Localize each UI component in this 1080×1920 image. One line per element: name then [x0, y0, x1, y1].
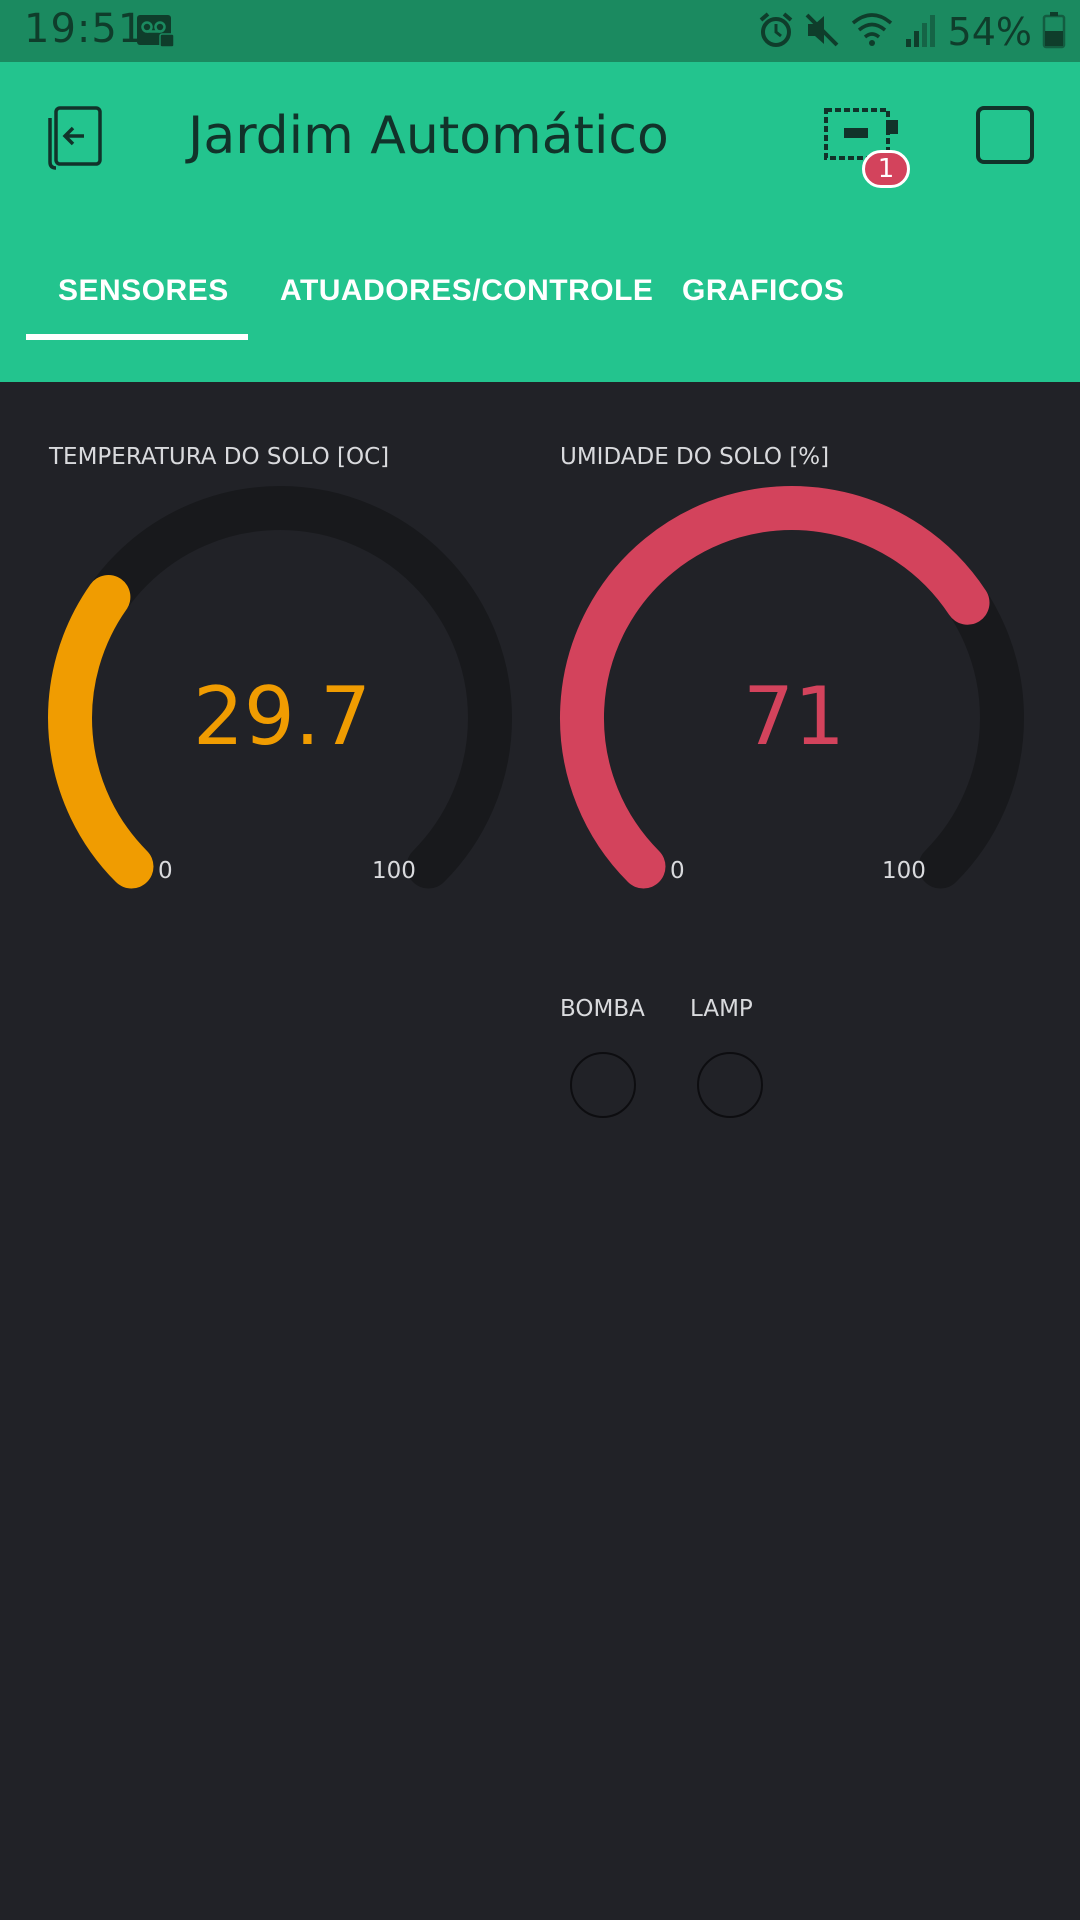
- temperature-value: 29.7: [192, 670, 372, 763]
- status-time: 19:51: [24, 6, 145, 52]
- humidity-gauge-label: UMIDADE DO SOLO [%]: [560, 444, 830, 470]
- page-title: Jardim Automático: [188, 106, 669, 166]
- signal-icon: [904, 11, 938, 53]
- alarm-icon: [758, 11, 794, 53]
- status-bar: 19:51 54%: [0, 0, 1080, 62]
- square-icon[interactable]: [976, 106, 1034, 164]
- battery-icon: [1042, 11, 1066, 53]
- led-bomba: [570, 1052, 636, 1118]
- led-label-bomba: BOMBA: [560, 996, 645, 1022]
- app-bar: Jardim Automático 1 SENSORES ATUADORES/C…: [0, 62, 1080, 382]
- temperature-min: 0: [158, 858, 173, 884]
- wifi-icon: [850, 11, 894, 53]
- led-lamp: [697, 1052, 763, 1118]
- battery-level: 54%: [947, 10, 1032, 54]
- notification-badge: 1: [862, 150, 910, 188]
- humidity-max: 100: [882, 858, 926, 884]
- mute-icon: [804, 11, 840, 53]
- active-tab-indicator: [26, 334, 248, 340]
- humidity-min: 0: [670, 858, 685, 884]
- temperature-max: 100: [372, 858, 416, 884]
- voicemail-icon: [136, 14, 176, 52]
- humidity-value: 71: [743, 670, 845, 763]
- tab-sensores[interactable]: SENSORES: [58, 274, 229, 308]
- back-icon[interactable]: [40, 104, 106, 174]
- tab-graficos[interactable]: GRAFICOS: [682, 274, 844, 308]
- tab-atuadores-controle[interactable]: ATUADORES/CONTROLE: [280, 274, 653, 308]
- led-label-lamp: LAMP: [690, 996, 753, 1022]
- temperature-gauge-label: TEMPERATURA DO SOLO [OC]: [49, 444, 390, 470]
